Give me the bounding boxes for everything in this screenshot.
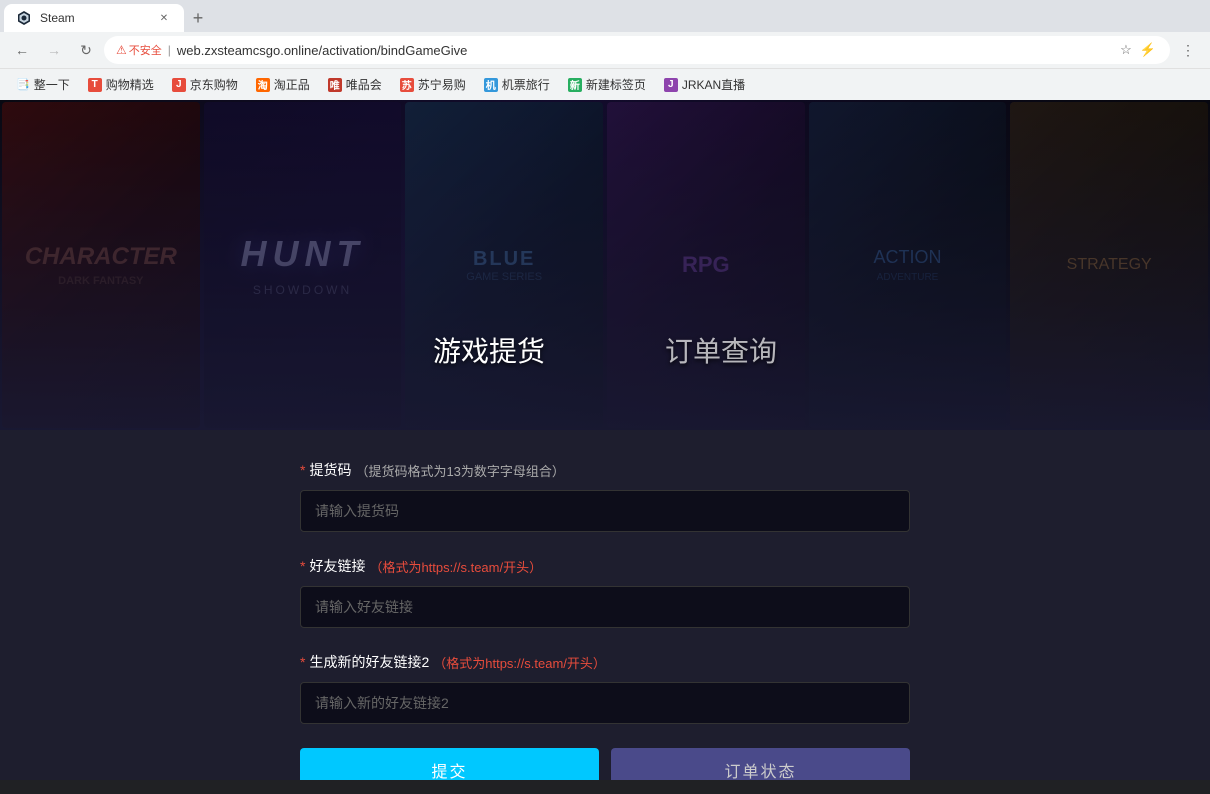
bookmark-item[interactable]: J 京东购物 bbox=[164, 73, 246, 97]
new-friend-link-label: * 生成新的好友链接2 （格式为https://s.team/开头） bbox=[300, 652, 910, 672]
page-content: CHARACTER DARK FANTASY HUNT SHOWDOWN BLU… bbox=[0, 100, 1210, 780]
bookmark-item[interactable]: 📑 整一下 bbox=[8, 73, 78, 97]
required-star-2: * bbox=[300, 558, 305, 574]
address-icons: ☆ ⚡ bbox=[1116, 40, 1158, 60]
bookmark-item[interactable]: 唯 唯品会 bbox=[320, 73, 390, 97]
tab-favicon bbox=[16, 10, 32, 26]
bookmark-favicon: J bbox=[664, 78, 678, 92]
required-star-3: * bbox=[300, 654, 305, 670]
nav-tabs: 游戏提货 订单查询 bbox=[0, 100, 1210, 380]
back-button[interactable]: ← bbox=[8, 36, 36, 64]
bookmark-favicon: 苏 bbox=[400, 78, 414, 92]
browser-chrome: Steam ✕ + ← → ↻ ⚠ 不安全 | web.zxsteamcsgo.… bbox=[0, 0, 1210, 100]
settings-button[interactable]: ⋮ bbox=[1174, 36, 1202, 64]
label-hint-1: （提货码格式为13为数字字母组合） bbox=[355, 461, 564, 480]
friend-link-group: * 好友链接 （格式为https://s.team/开头） bbox=[300, 556, 910, 628]
form-area: * 提货码 （提货码格式为13为数字字母组合） * 好友链接 （格式为https… bbox=[0, 430, 1210, 780]
new-friend-link-input[interactable] bbox=[300, 682, 910, 724]
nav-tab-pickup[interactable]: 游戏提货 bbox=[413, 320, 565, 380]
bookmark-favicon: T bbox=[88, 78, 102, 92]
form-inner: * 提货码 （提货码格式为13为数字字母组合） * 好友链接 （格式为https… bbox=[280, 460, 930, 780]
bookmark-favicon: 新 bbox=[568, 78, 582, 92]
submit-button[interactable]: 提交 bbox=[300, 748, 599, 780]
bookmark-favicon: 📑 bbox=[16, 78, 30, 91]
address-text: web.zxsteamcsgo.online/activation/bindGa… bbox=[177, 43, 1110, 58]
new-tab-button[interactable]: + bbox=[184, 4, 212, 32]
new-friend-link-group: * 生成新的好友链接2 （格式为https://s.team/开头） bbox=[300, 652, 910, 724]
bookmarks-bar: 📑 整一下 T 购物精选 J 京东购物 淘 淘正品 唯 唯品会 苏 苏宁易购 机… bbox=[0, 68, 1210, 100]
label-hint-red-3: （格式为https://s.team/开头） bbox=[433, 653, 606, 672]
forward-button[interactable]: → bbox=[40, 36, 68, 64]
tab-bar: Steam ✕ + bbox=[0, 0, 1210, 32]
warning-icon: ⚠ bbox=[116, 43, 127, 57]
bookmark-item[interactable]: 苏 苏宁易购 bbox=[392, 73, 474, 97]
address-divider: | bbox=[168, 43, 171, 57]
friend-link-input[interactable] bbox=[300, 586, 910, 628]
bookmark-favicon: 机 bbox=[484, 78, 498, 92]
bookmark-favicon: J bbox=[172, 78, 186, 92]
not-secure-indicator: ⚠ 不安全 bbox=[116, 42, 162, 58]
friend-link-label: * 好友链接 （格式为https://s.team/开头） bbox=[300, 556, 910, 576]
bookmark-item[interactable]: J JRKAN直播 bbox=[656, 73, 753, 97]
required-star-1: * bbox=[300, 462, 305, 478]
bookmark-item[interactable]: 机 机票旅行 bbox=[476, 73, 558, 97]
label-hint-red-2: （格式为https://s.team/开头） bbox=[369, 557, 542, 576]
nav-tab-order[interactable]: 订单查询 bbox=[645, 320, 797, 380]
pickup-code-group: * 提货码 （提货码格式为13为数字字母组合） bbox=[300, 460, 910, 532]
address-container[interactable]: ⚠ 不安全 | web.zxsteamcsgo.online/activatio… bbox=[104, 36, 1170, 64]
bookmark-item[interactable]: 新 新建标签页 bbox=[560, 73, 654, 97]
label-main-3: 生成新的好友链接2 bbox=[309, 652, 429, 672]
label-main-2: 好友链接 bbox=[309, 556, 365, 576]
bookmark-icon[interactable]: ☆ bbox=[1116, 40, 1136, 60]
extension-icon[interactable]: ⚡ bbox=[1138, 40, 1158, 60]
bookmark-favicon: 唯 bbox=[328, 78, 342, 92]
pickup-code-input[interactable] bbox=[300, 490, 910, 532]
order-status-button[interactable]: 订单状态 bbox=[611, 748, 910, 780]
browser-tab[interactable]: Steam ✕ bbox=[4, 4, 184, 32]
bookmark-item[interactable]: 淘 淘正品 bbox=[248, 73, 318, 97]
address-bar-row: ← → ↻ ⚠ 不安全 | web.zxsteamcsgo.online/act… bbox=[0, 32, 1210, 68]
refresh-button[interactable]: ↻ bbox=[72, 36, 100, 64]
label-main-1: 提货码 bbox=[309, 460, 351, 480]
button-row: 提交 订单状态 bbox=[300, 748, 910, 780]
bookmark-favicon: 淘 bbox=[256, 78, 270, 92]
pickup-code-label: * 提货码 （提货码格式为13为数字字母组合） bbox=[300, 460, 910, 480]
tab-close-button[interactable]: ✕ bbox=[156, 10, 172, 26]
tab-title: Steam bbox=[40, 11, 148, 25]
bookmark-item[interactable]: T 购物精选 bbox=[80, 73, 162, 97]
